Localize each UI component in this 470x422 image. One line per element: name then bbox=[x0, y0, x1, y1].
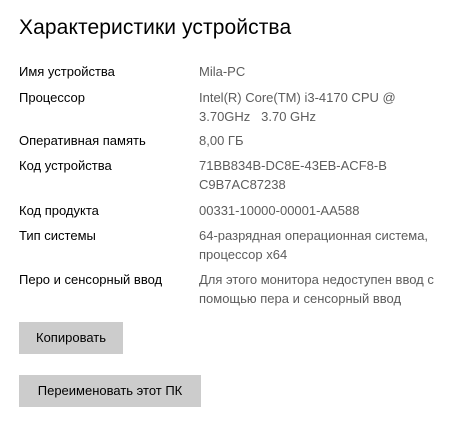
section-title: Характеристики устройства bbox=[19, 16, 292, 39]
spec-label: Код продукта bbox=[19, 203, 99, 218]
copy-button[interactable]: Копировать bbox=[19, 322, 123, 354]
spec-row-ram: Оперативная память 8,00 ГБ bbox=[19, 131, 459, 150]
spec-value: 00331-10000-00001-AA588 bbox=[199, 203, 360, 218]
spec-value: 64-разрядная операционная система, проце… bbox=[199, 228, 429, 262]
spec-row-device-name: Имя устройства Mila-PC bbox=[19, 62, 459, 81]
spec-value: Intel(R) Core(TM) i3-4170 CPU @ 3.70GHz … bbox=[199, 90, 400, 124]
spec-value: 71BB834B-DC8E-43EB-ACF8-BC9B7AC87238 bbox=[199, 158, 387, 192]
spec-value: 8,00 ГБ bbox=[199, 133, 244, 148]
spec-row-system-type: Тип системы 64-разрядная операционная си… bbox=[19, 226, 459, 264]
spec-label: Тип системы bbox=[19, 228, 96, 243]
rename-pc-button[interactable]: Переименовать этот ПК bbox=[19, 375, 201, 407]
spec-label: Код устройства bbox=[19, 158, 112, 173]
spec-label: Оперативная память bbox=[19, 133, 146, 148]
spec-label: Имя устройства bbox=[19, 64, 115, 79]
spec-row-product-id: Код продукта 00331-10000-00001-AA588 bbox=[19, 201, 459, 220]
spec-label: Перо и сенсорный ввод bbox=[19, 272, 163, 287]
spec-row-processor: Процессор Intel(R) Core(TM) i3-4170 CPU … bbox=[19, 88, 459, 126]
spec-value: Mila-PC bbox=[199, 64, 246, 79]
device-specifications-panel: Характеристики устройства Имя устройства… bbox=[0, 0, 470, 422]
spec-value: Для этого монитора недоступен ввод с пом… bbox=[199, 272, 434, 306]
spec-row-pen-touch: Перо и сенсорный ввод Для этого монитора… bbox=[19, 270, 459, 308]
spec-row-device-id: Код устройства 71BB834B-DC8E-43EB-ACF8-B… bbox=[19, 156, 459, 194]
spec-label: Процессор bbox=[19, 90, 85, 105]
